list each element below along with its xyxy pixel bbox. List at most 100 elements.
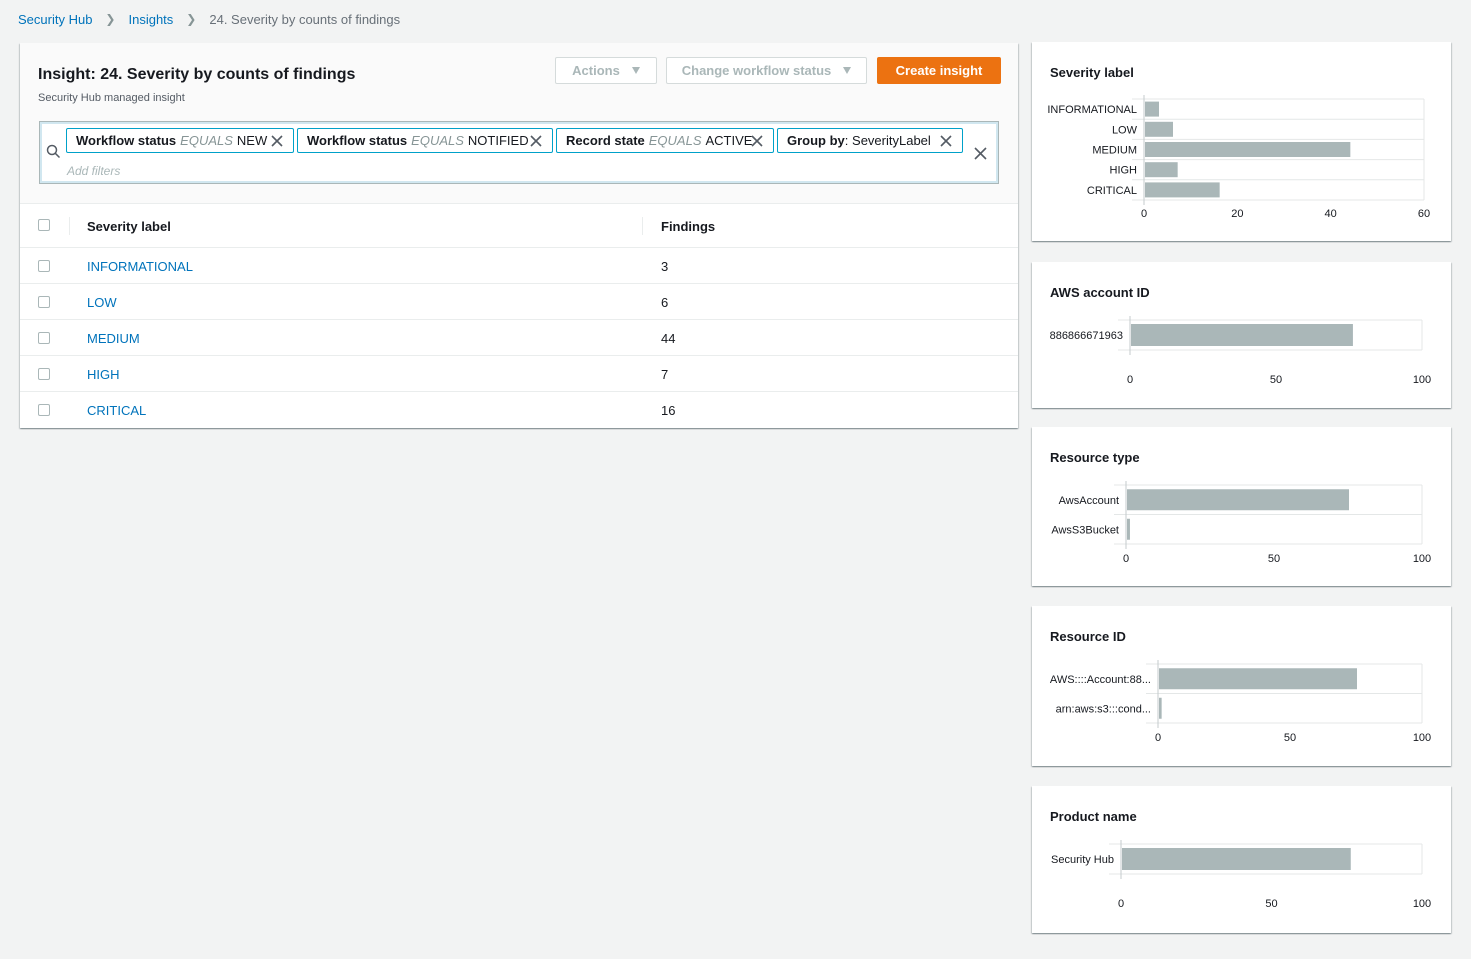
breadcrumb-insights-link[interactable]: Insights [128,12,173,27]
severity-link[interactable]: CRITICAL [87,403,146,418]
select-all-checkbox[interactable] [38,219,50,231]
filter-bar[interactable]: Workflow status EQUALS NEW Workflow stat… [39,121,999,184]
chart-tick-label: 0 [1123,553,1129,565]
findings-count: 3 [661,259,669,274]
chart-bar[interactable] [1131,324,1353,346]
chart-tick-label: 0 [1155,732,1161,744]
row-checkbox[interactable] [38,404,50,416]
table-row: MEDIUM 44 [20,320,1018,356]
row-checkbox[interactable] [38,260,50,272]
chart-tick-label: 100 [1413,374,1431,386]
chart-tick-label: 100 [1413,898,1431,910]
actions-label: Actions [572,63,620,78]
severity-link[interactable]: LOW [87,295,117,310]
chip-value: ACTIVE [705,133,753,148]
aws-account-id-chart: 886866671963 0 50 100 [1050,316,1431,386]
chart-tick-label: 40 [1325,208,1337,220]
table-row: CRITICAL 16 [20,392,1018,428]
table-header-row: Severity label Findings [20,205,1018,248]
chart-card-resource-type: Resource type AwsAccount AwsS3Bucket 0 50 10… [1032,427,1451,586]
chart-bar[interactable] [1145,121,1173,137]
findings-table: Severity label Findings INFORMATIONAL 3 … [20,205,1018,428]
add-filters-input[interactable]: Add filters [67,164,120,178]
resource-type-chart: AwsAccount AwsS3Bucket 0 50 100 [1051,481,1431,565]
row-checkbox[interactable] [38,368,50,380]
table-row: HIGH 7 [20,356,1018,392]
column-header-severity-label[interactable]: Severity label [87,219,171,234]
search-icon [46,144,61,159]
filter-chip-group-by: Group by: SeverityLabel [777,128,963,153]
findings-count: 6 [661,295,669,310]
remove-filter-close-icon[interactable] [751,135,763,147]
chart-tick-label: 0 [1127,374,1133,386]
table-row: INFORMATIONAL 3 [20,248,1018,284]
chart-tick-label: 50 [1270,374,1282,386]
breadcrumb: Security Hub ❯ Insights ❯ 24. Severity b… [18,11,400,27]
remove-filter-close-icon[interactable] [530,135,542,147]
remove-filter-close-icon[interactable] [940,135,952,147]
chart-bar[interactable] [1145,142,1351,157]
chart-category-label: AwsS3Bucket [1051,524,1119,536]
chart-category-label: INFORMATIONAL [1047,104,1137,116]
chip-value: SeverityLabel [852,133,931,148]
chart-category-label: AWS::::Account:88... [1050,674,1151,686]
column-divider [642,217,643,235]
chart-bar[interactable] [1127,489,1349,511]
insight-panel: Insight: 24. Severity by counts of findi… [20,43,1018,428]
chart-bar[interactable] [1127,518,1130,540]
filter-chip-workflow-new: Workflow status EQUALS NEW [66,128,294,153]
chip-key: Group by [787,133,845,148]
chip-key: Workflow status [76,133,177,148]
severity-link[interactable]: HIGH [87,367,120,382]
chart-bar[interactable] [1145,101,1159,117]
actions-dropdown-button[interactable]: Actions [555,57,657,84]
chart-category-label: AwsAccount [1059,495,1119,507]
chart-tick-label: 50 [1265,898,1277,910]
chart-bar[interactable] [1145,162,1178,178]
chart-bar[interactable] [1159,697,1162,719]
remove-filter-close-icon[interactable] [271,135,283,147]
create-insight-button[interactable]: Create insight [877,57,1001,84]
column-header-findings[interactable]: Findings [661,219,715,234]
change-workflow-status-button[interactable]: Change workflow status [666,57,867,84]
chart-tick-label: 100 [1413,553,1431,565]
caret-down-icon [843,67,852,74]
row-checkbox[interactable] [38,296,50,308]
chart-card-resource-id: Resource ID AWS::::Account:88... arn:aws:… [1032,606,1451,766]
chart-tick-label: 0 [1118,898,1124,910]
filter-chip-record-state: Record state EQUALS ACTIVE [556,128,774,153]
workflow-label: Change workflow status [681,63,832,78]
chart-tick-label: 60 [1418,208,1430,220]
chip-value: NEW [236,133,268,148]
chart-bar[interactable] [1159,668,1357,690]
chip-separator: : [844,133,849,148]
chart-bar[interactable] [1122,848,1351,870]
chart-tick-label: 100 [1413,732,1431,744]
chart-category-label: Security Hub [1051,854,1114,866]
page-title: Insight: 24. Severity by counts of findi… [38,66,356,83]
table-row: LOW 6 [20,284,1018,320]
chart-card-product-name: Product name Security Hub 0 50 100 [1032,786,1451,933]
chip-operator: EQUALS [411,133,464,148]
row-checkbox[interactable] [38,332,50,344]
chart-category-label: HIGH [1110,165,1138,177]
chart-card-aws-account-id: AWS account ID 886866671963 0 50 100 [1032,262,1451,408]
clear-filters-close-icon[interactable] [974,147,987,160]
caret-down-icon [631,67,640,74]
chip-operator: EQUALS [180,133,233,148]
breadcrumb-chevron-icon: ❯ [186,12,197,26]
findings-count: 16 [661,403,676,418]
chart-tick-label: 20 [1231,208,1243,220]
breadcrumb-security-hub-link[interactable]: Security Hub [18,12,92,27]
breadcrumb-current: 24. Severity by counts of findings [209,11,401,27]
severity-link[interactable]: INFORMATIONAL [87,259,193,274]
chart-tick-label: 50 [1284,732,1296,744]
column-divider [69,217,70,235]
severity-label-chart: INFORMATIONAL LOW MEDIUM HIGH CRITICAL 0 20 40 6… [1047,95,1430,220]
chip-operator: EQUALS [648,133,702,148]
chart-bar[interactable] [1145,182,1220,198]
severity-link[interactable]: MEDIUM [87,331,140,346]
breadcrumb-chevron-icon: ❯ [105,12,116,26]
chart-category-label: LOW [1112,124,1138,136]
chart-card-severity-label: Severity label INFORMATIONAL LOW MEDIUM HIG… [1032,42,1451,241]
